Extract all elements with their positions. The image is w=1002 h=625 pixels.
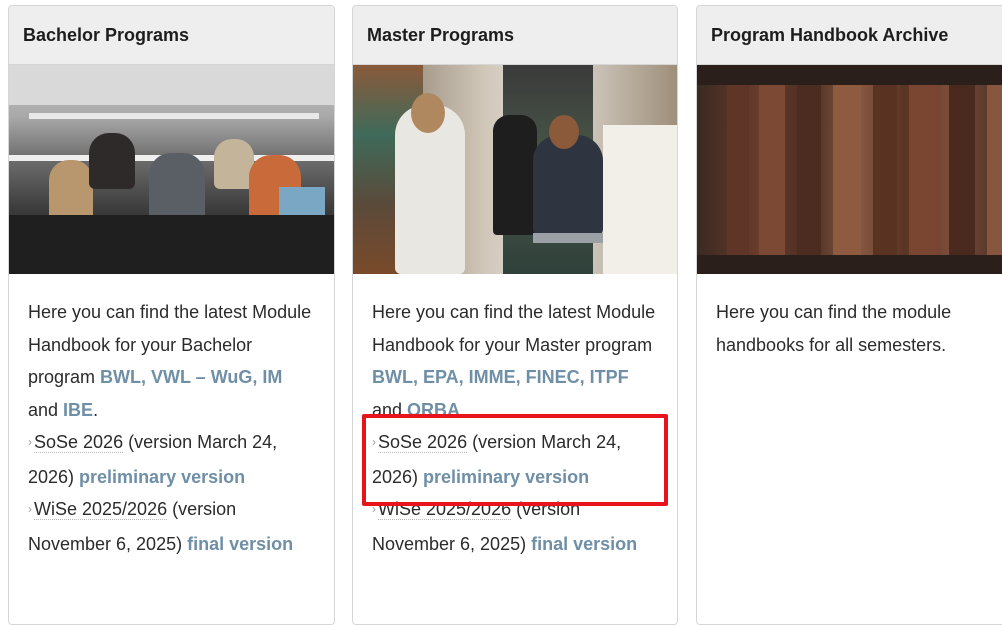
final-version-link[interactable]: final version [187, 534, 293, 554]
master-programs-link[interactable]: BWL, EPA, IMME, FINEC, ITPF [372, 367, 629, 387]
handbook-entry-sose: › SoSe 2026 (version March 24, 2026) prel… [28, 426, 316, 493]
period-text: . [93, 399, 99, 420]
bachelor-programs-card: Bachelor Programs Here you can find the … [8, 5, 335, 625]
semester-label: WiSe 2025/2026 [34, 499, 168, 520]
intro-text: Here you can find the latest Module Hand… [372, 302, 656, 355]
card-body: Here you can find the module handbooks f… [697, 274, 1002, 361]
card-body: Here you can find the latest Module Hand… [9, 274, 334, 560]
highlight-box [362, 414, 668, 506]
ibe-link[interactable]: IBE [63, 400, 93, 420]
intro-paragraph: Here you can find the module handbooks f… [716, 302, 952, 355]
card-title: Master Programs [353, 6, 677, 65]
preliminary-version-link[interactable]: preliminary version [79, 467, 245, 487]
master-programs-card: Master Programs Here you can find the la… [352, 5, 678, 625]
handbook-entry-wise: › WiSe 2025/2026 (version November 6, 202… [28, 493, 316, 560]
chevron-right-icon: › [28, 435, 32, 449]
final-version-link[interactable]: final version [531, 534, 637, 554]
bachelor-programs-link[interactable]: BWL, VWL – WuG, IM [100, 367, 282, 387]
intro-paragraph: Here you can find the latest Module Hand… [28, 296, 316, 426]
chevron-right-icon: › [28, 502, 32, 516]
card-title: Program Handbook Archive [697, 6, 1002, 65]
program-handbook-archive-card: Program Handbook Archive Here you can fi… [696, 5, 1002, 625]
lecture-hall-photo [9, 65, 334, 274]
library-photo [353, 65, 677, 274]
card-title: Bachelor Programs [9, 6, 334, 65]
and-text: and [28, 399, 64, 420]
book-shelf-photo [697, 65, 1002, 274]
intro-paragraph: Here you can find the latest Module Hand… [372, 296, 659, 426]
semester-label: SoSe 2026 [34, 432, 124, 453]
